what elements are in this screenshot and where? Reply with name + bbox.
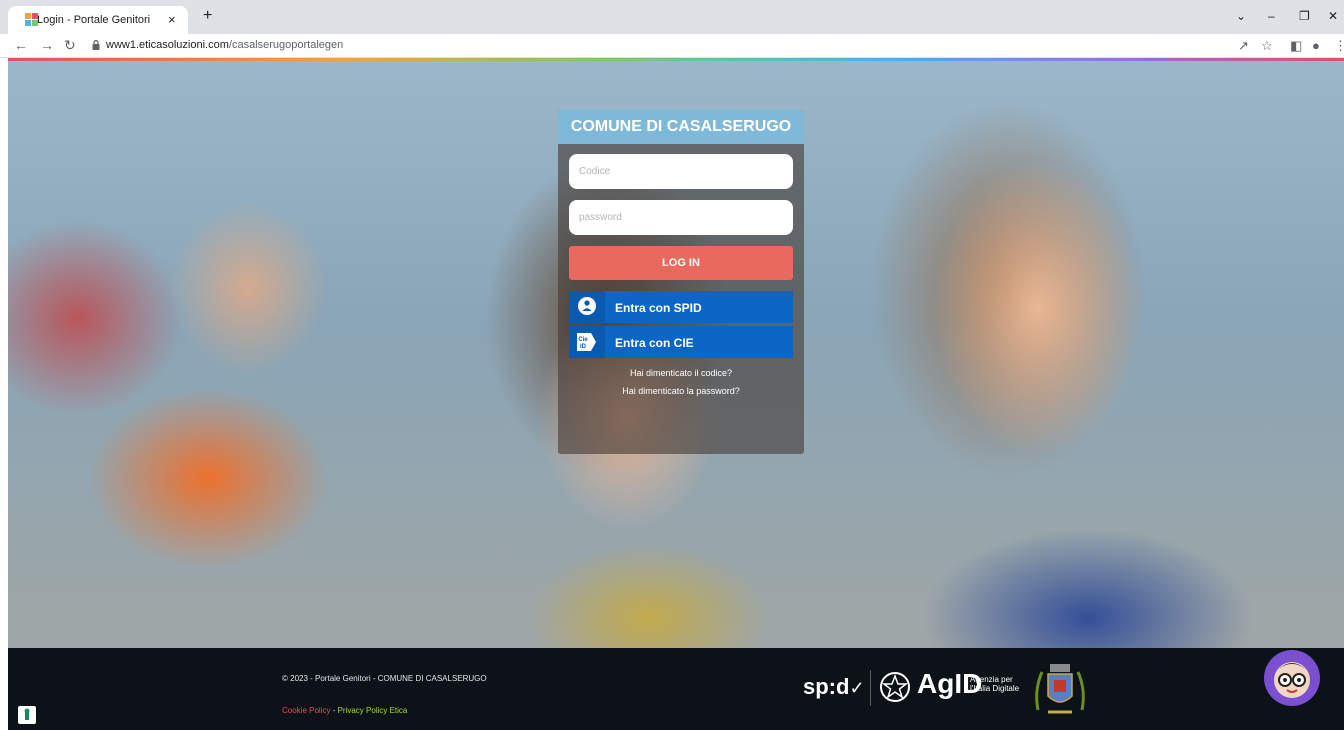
agid-subtitle-line-1: Agenzia per xyxy=(970,675,1013,684)
color-strip xyxy=(8,58,1344,61)
svg-text:ID: ID xyxy=(580,344,587,350)
spid-button-label: Entra con SPID xyxy=(615,301,702,315)
codice-input[interactable] xyxy=(569,154,793,189)
reload-icon[interactable]: ↻ xyxy=(64,37,76,54)
check-icon: ✓ xyxy=(849,678,865,698)
forgot-password-link[interactable]: Hai dimenticato la password? xyxy=(558,386,804,396)
profile-icon[interactable]: ● xyxy=(1312,38,1320,53)
municipality-crest-icon xyxy=(1035,664,1085,714)
spid-button[interactable]: Entra con SPID xyxy=(569,291,793,323)
footer: © 2023 - Portale Genitori - COMUNE DI CA… xyxy=(8,648,1344,730)
footer-links: Cookie Policy - Privacy Policy Etica xyxy=(282,706,407,715)
close-icon[interactable]: × xyxy=(168,12,176,27)
logo-divider xyxy=(870,670,871,706)
forward-icon[interactable]: → xyxy=(40,37,54,53)
privacy-policy-link[interactable]: Privacy Policy Etica xyxy=(338,706,408,715)
svg-text:Cie: Cie xyxy=(578,337,588,343)
login-button[interactable]: LOG IN xyxy=(569,246,793,280)
menu-icon[interactable]: ⋮ xyxy=(1334,38,1344,54)
tab-title: Login - Portale Genitori xyxy=(37,14,151,26)
lock-icon[interactable] xyxy=(92,40,100,50)
share-icon[interactable]: ↗ xyxy=(1238,38,1249,54)
plus-icon[interactable]: + xyxy=(203,7,212,25)
cie-button[interactable]: Cie ID Entra con CIE xyxy=(569,326,793,358)
cookie-policy-link[interactable]: Cookie Policy xyxy=(282,706,330,715)
sidebar-icon[interactable]: ◧ xyxy=(1290,38,1302,54)
user-icon xyxy=(569,291,605,323)
municipality-title: COMUNE DI CASALSERUGO xyxy=(558,110,804,144)
chevron-down-icon[interactable]: ⌄ xyxy=(1236,9,1246,23)
browser-tab[interactable]: Login - Portale Genitori × xyxy=(8,6,188,34)
minimize-icon[interactable]: – xyxy=(1268,9,1275,23)
cie-button-label: Entra con CIE xyxy=(615,336,694,350)
spid-logo-text: sp:d xyxy=(803,674,850,699)
extension-button[interactable] xyxy=(18,706,36,724)
login-panel: COMUNE DI CASALSERUGO LOG IN Entra con S… xyxy=(558,110,804,454)
address-bar: ← → ↻ www1.eticasoluzioni.com/casalserug… xyxy=(0,34,1344,58)
agid-subtitle: Agenzia per l'Italia Digitale xyxy=(970,675,1019,693)
agid-subtitle-line-2: l'Italia Digitale xyxy=(970,684,1020,693)
url-host: www1.eticasoluzioni.com xyxy=(106,39,229,51)
link-separator: - xyxy=(330,706,338,715)
spid-logo: sp:d✓ xyxy=(803,674,865,700)
forgot-code-link[interactable]: Hai dimenticato il codice? xyxy=(558,368,804,378)
assistant-avatar-icon[interactable] xyxy=(1262,648,1322,708)
republic-emblem-icon xyxy=(880,672,910,702)
url-field[interactable]: www1.eticasoluzioni.com/casalserugoporta… xyxy=(106,39,343,51)
restore-icon[interactable]: ❐ xyxy=(1299,9,1310,23)
extension-icon xyxy=(24,708,30,720)
copyright-text: © 2023 - Portale Genitori - COMUNE DI CA… xyxy=(282,674,487,683)
star-icon[interactable]: ☆ xyxy=(1261,38,1273,54)
back-icon[interactable]: ← xyxy=(14,37,28,53)
password-input[interactable] xyxy=(569,200,793,235)
close-window-icon[interactable]: ✕ xyxy=(1328,9,1338,23)
url-path: /casalserugoportalegen xyxy=(228,39,344,51)
browser-tab-bar: Login - Portale Genitori × + ⌄ – ❐ ✕ xyxy=(0,0,1344,34)
cie-icon: Cie ID xyxy=(569,326,605,358)
